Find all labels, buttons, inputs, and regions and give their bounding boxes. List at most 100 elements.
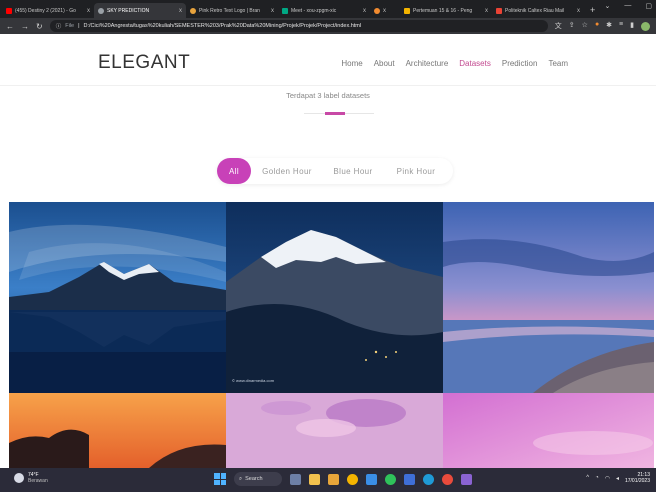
tab-label: SKY PREDICTION	[107, 7, 150, 14]
edge-icon[interactable]	[328, 473, 339, 485]
search-label: Search	[245, 476, 263, 482]
chrome-active-icon[interactable]	[442, 473, 453, 485]
gallery-image-blue-lake[interactable]	[9, 202, 226, 393]
nav-team[interactable]: Team	[548, 59, 568, 68]
golden-hour-image	[9, 393, 226, 468]
chevron-down-icon[interactable]: ⌄	[605, 2, 611, 10]
taskbar-apps: ⌕ Search	[214, 472, 472, 486]
weather-widget[interactable]: 74°F Berawan	[14, 472, 48, 484]
new-tab-button[interactable]: +	[584, 3, 601, 18]
translate-icon[interactable]: 文	[555, 21, 562, 31]
windows-taskbar: 74°F Berawan ⌕ Search ^ ◔ ◠ ◂ 21:13 17/0…	[0, 468, 656, 492]
system-clock[interactable]: 21:13 17/01/2023	[625, 472, 650, 484]
close-icon[interactable]: x	[383, 8, 386, 14]
share-icon[interactable]: ⇪	[569, 21, 575, 31]
reload-icon[interactable]: ↻	[36, 22, 43, 31]
window-controls: ⌄ — ▢	[605, 2, 653, 10]
web-page: ELEGANT Home About Architecture Datasets…	[0, 34, 656, 468]
url-scheme: File	[65, 23, 75, 29]
browser-tab[interactable]: Pertemuan 15 & 16 - Peng x	[400, 3, 492, 18]
url-separator: |	[78, 23, 80, 29]
close-icon[interactable]: x	[179, 8, 182, 14]
sidepanel-icon[interactable]: ▮	[630, 21, 634, 31]
tab-label: Politeknik Caltex Riau Mail	[505, 7, 565, 14]
forward-icon[interactable]: →	[21, 22, 29, 31]
store-icon[interactable]	[404, 473, 415, 485]
site-logo[interactable]: ELEGANT	[98, 52, 190, 74]
main-nav: Home About Architecture Datasets Predict…	[341, 59, 568, 68]
volume-icon[interactable]: ◂	[616, 475, 619, 482]
file-explorer-icon[interactable]	[309, 473, 320, 485]
browser-icon[interactable]	[423, 473, 434, 485]
browser-tab[interactable]: Meet - xou-zpgm-xic x	[278, 3, 370, 18]
gmail-icon	[496, 7, 502, 14]
gallery-image-pink-sky[interactable]	[443, 393, 654, 468]
chrome-icon[interactable]	[347, 473, 358, 485]
close-icon[interactable]: x	[271, 8, 274, 14]
star-icon[interactable]: ☆	[582, 21, 588, 31]
wifi-icon[interactable]: ◠	[605, 475, 610, 482]
weather-text: 74°F Berawan	[28, 472, 48, 484]
chevron-up-icon[interactable]: ^	[586, 475, 589, 481]
media-icon[interactable]: ≡	[619, 21, 623, 31]
nav-about[interactable]: About	[374, 59, 395, 68]
nav-datasets[interactable]: Datasets	[459, 59, 491, 68]
filter-all[interactable]: All	[217, 158, 251, 184]
puzzle-icon[interactable]: ✱	[606, 21, 612, 31]
whatsapp-icon[interactable]	[385, 473, 396, 485]
gallery-image-pink-sea[interactable]	[443, 202, 654, 393]
dataset-filter-bar: All Golden Hour Blue Hour Pink Hour	[217, 158, 453, 184]
close-icon[interactable]: x	[363, 8, 366, 14]
tab-label: Pink Retro Text Logo | Bran	[199, 7, 260, 14]
mountain-night-image: © www.dinarmedia.com	[226, 202, 443, 393]
browser-tab[interactable]: Politeknik Caltex Riau Mail x	[492, 3, 584, 18]
browser-tab-active[interactable]: SKY PREDICTION x	[94, 3, 186, 18]
browser-tab[interactable]: (455) Destiny 2 (2021) - Go x	[2, 3, 94, 18]
browser-tab-strip: (455) Destiny 2 (2021) - Go x SKY PREDIC…	[0, 0, 656, 18]
close-icon[interactable]: x	[87, 8, 90, 14]
youtube-icon	[6, 7, 12, 14]
filter-blue-hour[interactable]: Blue Hour	[323, 158, 383, 184]
extension-icons: 文 ⇪ ☆ ● ✱ ≡ ▮	[555, 21, 634, 31]
pink-sea-image	[443, 202, 654, 393]
info-icon[interactable]: ⓘ	[56, 22, 62, 30]
pink-sky-image	[443, 393, 654, 468]
back-icon[interactable]: ←	[6, 22, 14, 31]
minimize-icon[interactable]: —	[624, 2, 631, 10]
gallery-image-pink-clouds[interactable]	[226, 393, 443, 468]
nav-prediction[interactable]: Prediction	[502, 59, 538, 68]
network-icon[interactable]: ◔	[595, 475, 599, 481]
gallery-image-golden-hour[interactable]	[9, 393, 226, 468]
nav-architecture[interactable]: Architecture	[406, 59, 449, 68]
filter-golden-hour[interactable]: Golden Hour	[251, 158, 323, 184]
maximize-icon[interactable]: ▢	[645, 2, 652, 10]
recording-icon	[374, 7, 380, 14]
taskbar-search[interactable]: ⌕ Search	[234, 472, 282, 486]
cloud-icon	[14, 473, 24, 483]
system-tray: ^ ◔ ◠ ◂ 21:13 17/01/2023	[586, 472, 650, 484]
site-header: ELEGANT Home About Architecture Datasets…	[0, 34, 656, 86]
vscode-icon[interactable]	[366, 473, 377, 485]
browser-tab[interactable]: Pink Retro Text Logo | Bran x	[186, 3, 278, 18]
nav-home[interactable]: Home	[341, 59, 362, 68]
brand-icon	[190, 7, 196, 14]
task-view-icon[interactable]	[290, 473, 301, 485]
tab-label: (455) Destiny 2 (2021) - Go	[15, 7, 76, 14]
address-bar[interactable]: ⓘ File | D:/Cici%20Angresta/tugas%20kuli…	[49, 20, 548, 32]
app-icon[interactable]	[461, 473, 472, 485]
search-icon: ⌕	[239, 475, 243, 482]
windows-start-icon[interactable]	[214, 473, 226, 485]
weather-desc: Berawan	[28, 478, 48, 484]
section-subtitle: Terdapat 3 label datasets	[286, 91, 370, 100]
filter-pink-hour[interactable]: Pink Hour	[383, 158, 449, 184]
extension-icon[interactable]: ●	[595, 21, 599, 31]
close-icon[interactable]: x	[485, 8, 488, 14]
tab-label: Pertemuan 15 & 16 - Peng	[413, 7, 473, 14]
classroom-icon	[404, 7, 410, 14]
meet-icon	[282, 7, 288, 14]
gallery-image-mountain-night[interactable]: © www.dinarmedia.com	[226, 202, 443, 393]
dataset-gallery: © www.dinarmedia.com	[9, 202, 654, 468]
browser-tab[interactable]: x	[370, 3, 400, 18]
profile-avatar[interactable]	[641, 21, 650, 31]
close-icon[interactable]: x	[577, 8, 580, 14]
